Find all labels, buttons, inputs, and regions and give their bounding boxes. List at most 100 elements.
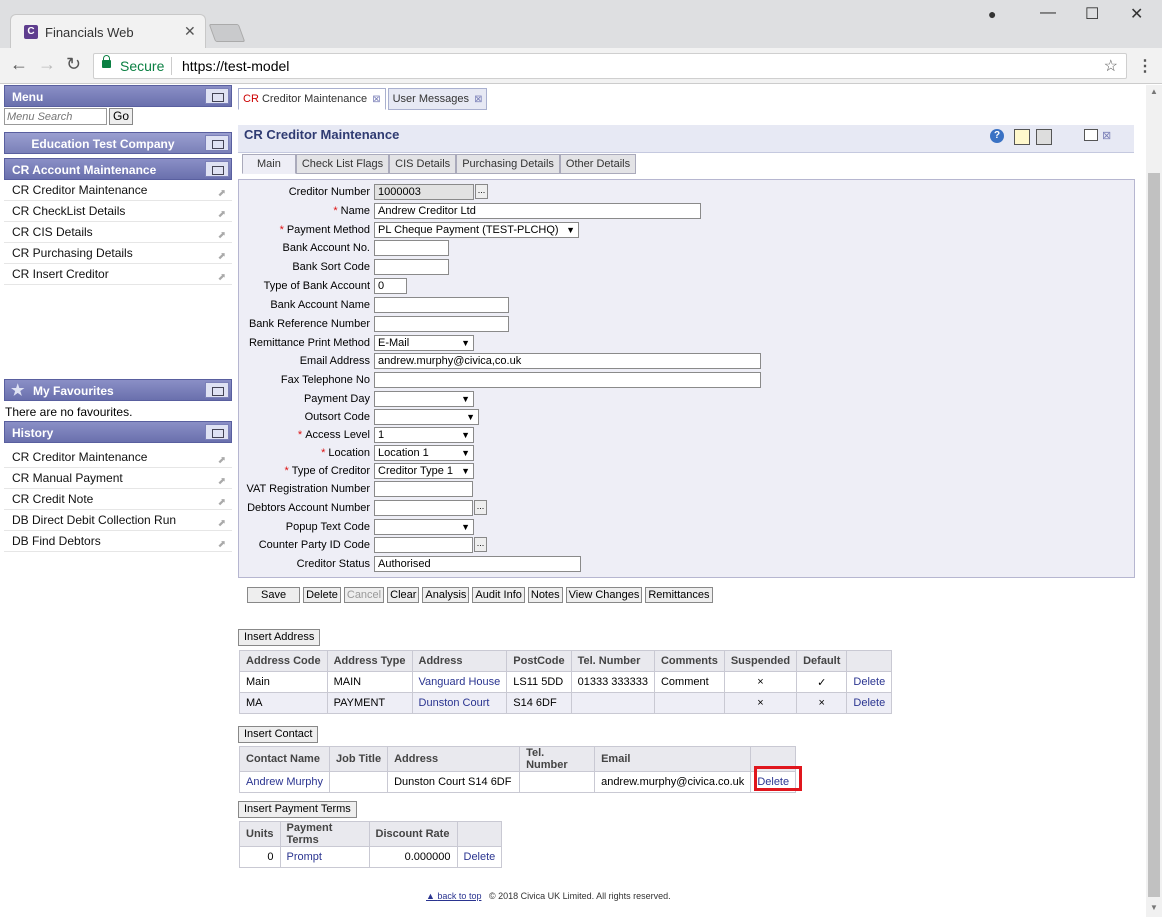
forward-icon[interactable]: → xyxy=(38,54,56,75)
help-icon[interactable]: ? xyxy=(990,129,1004,143)
address-link[interactable]: Vanguard House xyxy=(411,671,508,693)
window-close-icon[interactable]: ✕ xyxy=(1130,4,1143,24)
sidebar-item[interactable]: CR Creditor Maintenance ⬈ xyxy=(4,180,232,201)
creditor-number-input[interactable]: 1000003 xyxy=(374,184,474,200)
insert-address-button[interactable]: Insert Address xyxy=(238,629,321,646)
lookup-button[interactable]: ... xyxy=(474,537,487,552)
profile-icon[interactable]: ● xyxy=(988,6,996,22)
scroll-up-icon[interactable]: ▲ xyxy=(1150,87,1158,96)
clear-button[interactable]: Clear xyxy=(387,587,420,603)
tab-user-messages[interactable]: User Messages ⊠ xyxy=(387,88,488,110)
scroll-thumb[interactable] xyxy=(1148,173,1160,897)
browser-tab[interactable]: C Financials Web ✕ xyxy=(10,14,206,48)
creditor-status-input[interactable]: Authorised xyxy=(374,556,581,572)
lookup-button[interactable]: ... xyxy=(474,500,487,515)
type-of-bank-account-input[interactable]: 0 xyxy=(374,278,407,294)
tab-close-icon[interactable]: ⊠ xyxy=(474,94,482,105)
cancel-button[interactable]: Cancel xyxy=(343,587,385,603)
counter-party-id-input[interactable] xyxy=(374,537,473,553)
delete-link[interactable]: Delete xyxy=(846,692,893,714)
subtab-cis-details[interactable]: CIS Details xyxy=(389,154,457,174)
insert-payment-terms-button[interactable]: Insert Payment Terms xyxy=(238,801,357,818)
section-header[interactable]: CR Account Maintenance xyxy=(4,158,232,180)
delete-button[interactable]: Delete xyxy=(303,587,341,603)
open-external-icon[interactable]: ⬈ xyxy=(218,267,226,288)
payment-method-select[interactable]: PL Cheque Payment (TEST-PLCHQ) xyxy=(374,222,579,238)
history-item[interactable]: DB Find Debtors ⬈ xyxy=(4,531,232,552)
history-panel-icon[interactable] xyxy=(205,424,229,440)
bookmark-star-icon[interactable]: ☆ xyxy=(1104,56,1118,76)
contact-name-link[interactable]: Andrew Murphy xyxy=(238,771,331,793)
address-bar[interactable]: Secure https://test-model ☆ xyxy=(93,53,1127,79)
subtab-check-list-flags[interactable]: Check List Flags xyxy=(295,154,390,174)
reload-icon[interactable]: ↻ xyxy=(66,54,81,75)
panel-icon[interactable] xyxy=(1084,129,1098,141)
notes-button[interactable]: Notes xyxy=(527,587,563,603)
menu-search-input[interactable] xyxy=(4,108,107,125)
subtab-main[interactable]: Main xyxy=(242,154,296,174)
bank-account-no-input[interactable] xyxy=(374,240,449,256)
history-item[interactable]: CR Manual Payment ⬈ xyxy=(4,468,232,489)
payment-terms-link[interactable]: Prompt xyxy=(279,846,370,868)
tab-close-icon[interactable]: ⊠ xyxy=(372,94,380,105)
type-of-creditor-select[interactable]: Creditor Type 1 xyxy=(374,463,474,479)
insert-contact-button[interactable]: Insert Contact xyxy=(238,726,319,743)
bank-account-name-input[interactable] xyxy=(374,297,509,313)
minimize-icon[interactable]: — xyxy=(1040,4,1056,22)
subtab-purchasing-details[interactable]: Purchasing Details xyxy=(456,154,560,174)
back-icon[interactable]: ← xyxy=(10,54,28,75)
close-panel-icon[interactable]: ⊠ xyxy=(1102,129,1118,145)
back-to-top-link[interactable]: ▲ back to top xyxy=(426,891,481,901)
company-panel-icon[interactable] xyxy=(205,135,229,151)
sidebar-item[interactable]: CR CIS Details ⬈ xyxy=(4,222,232,243)
field-remittance-print-method: Remittance Print Method E-Mail xyxy=(239,334,1134,352)
new-tab-button[interactable] xyxy=(208,24,246,42)
column-header: PostCode xyxy=(506,650,572,672)
panel-toggle-icon[interactable] xyxy=(205,88,229,104)
save-button[interactable]: Save xyxy=(247,587,301,603)
open-external-icon[interactable]: ⬈ xyxy=(218,534,226,555)
bank-reference-number-input[interactable] xyxy=(374,316,509,332)
outsort-code-select[interactable] xyxy=(374,409,479,425)
delete-link[interactable]: Delete xyxy=(846,671,893,693)
section-export-icon[interactable] xyxy=(205,161,229,177)
browser-menu-icon[interactable]: ⋮ xyxy=(1137,56,1153,76)
view-changes-button[interactable]: View Changes xyxy=(565,587,643,603)
remittance-print-method-select[interactable]: E-Mail xyxy=(374,335,474,351)
address-link[interactable]: Dunston Court xyxy=(411,692,508,714)
tab-creditor-maintenance[interactable]: CR Creditor Maintenance ⊠ xyxy=(238,88,386,110)
vat-registration-input[interactable] xyxy=(374,481,473,497)
field-label: Bank Sort Code xyxy=(292,261,370,273)
print-icon[interactable] xyxy=(1036,129,1052,145)
bank-sort-code-input[interactable] xyxy=(374,259,449,275)
sidebar-item[interactable]: CR Insert Creditor ⬈ xyxy=(4,264,232,285)
scroll-down-icon[interactable]: ▼ xyxy=(1150,903,1158,912)
field-label: Payment Day xyxy=(303,393,370,405)
popup-text-code-select[interactable] xyxy=(374,519,474,535)
delete-link[interactable]: Delete xyxy=(456,846,503,868)
history-item[interactable]: DB Direct Debit Collection Run ⬈ xyxy=(4,510,232,531)
sidebar-item[interactable]: CR CheckList Details ⬈ xyxy=(4,201,232,222)
analysis-button[interactable]: Analysis xyxy=(422,587,470,603)
tab-close-icon[interactable]: ✕ xyxy=(184,23,196,40)
payment-day-select[interactable] xyxy=(374,391,474,407)
email-address-input[interactable]: andrew.murphy@civica,co.uk xyxy=(374,353,761,369)
location-select[interactable]: Location 1 xyxy=(374,445,474,461)
debtors-account-input[interactable] xyxy=(374,500,473,516)
name-input[interactable]: Andrew Creditor Ltd xyxy=(374,203,701,219)
history-item[interactable]: CR Credit Note ⬈ xyxy=(4,489,232,510)
fax-telephone-input[interactable] xyxy=(374,372,761,388)
favourites-panel-icon[interactable] xyxy=(205,382,229,398)
new-document-icon[interactable] xyxy=(1014,129,1030,145)
subtab-other-details[interactable]: Other Details xyxy=(559,154,637,174)
sidebar-item[interactable]: CR Purchasing Details ⬈ xyxy=(4,243,232,264)
url-divider xyxy=(171,57,172,75)
access-level-select[interactable]: 1 xyxy=(374,427,474,443)
lookup-button[interactable]: ... xyxy=(475,184,488,199)
audit-info-button[interactable]: Audit Info xyxy=(472,587,525,603)
remittances-button[interactable]: Remittances xyxy=(645,587,713,603)
go-button[interactable]: Go xyxy=(109,108,133,125)
page-scrollbar[interactable]: ▲ ▼ xyxy=(1146,85,1162,917)
history-item[interactable]: CR Creditor Maintenance ⬈ xyxy=(4,447,232,468)
maximize-icon[interactable]: ☐ xyxy=(1085,4,1099,24)
